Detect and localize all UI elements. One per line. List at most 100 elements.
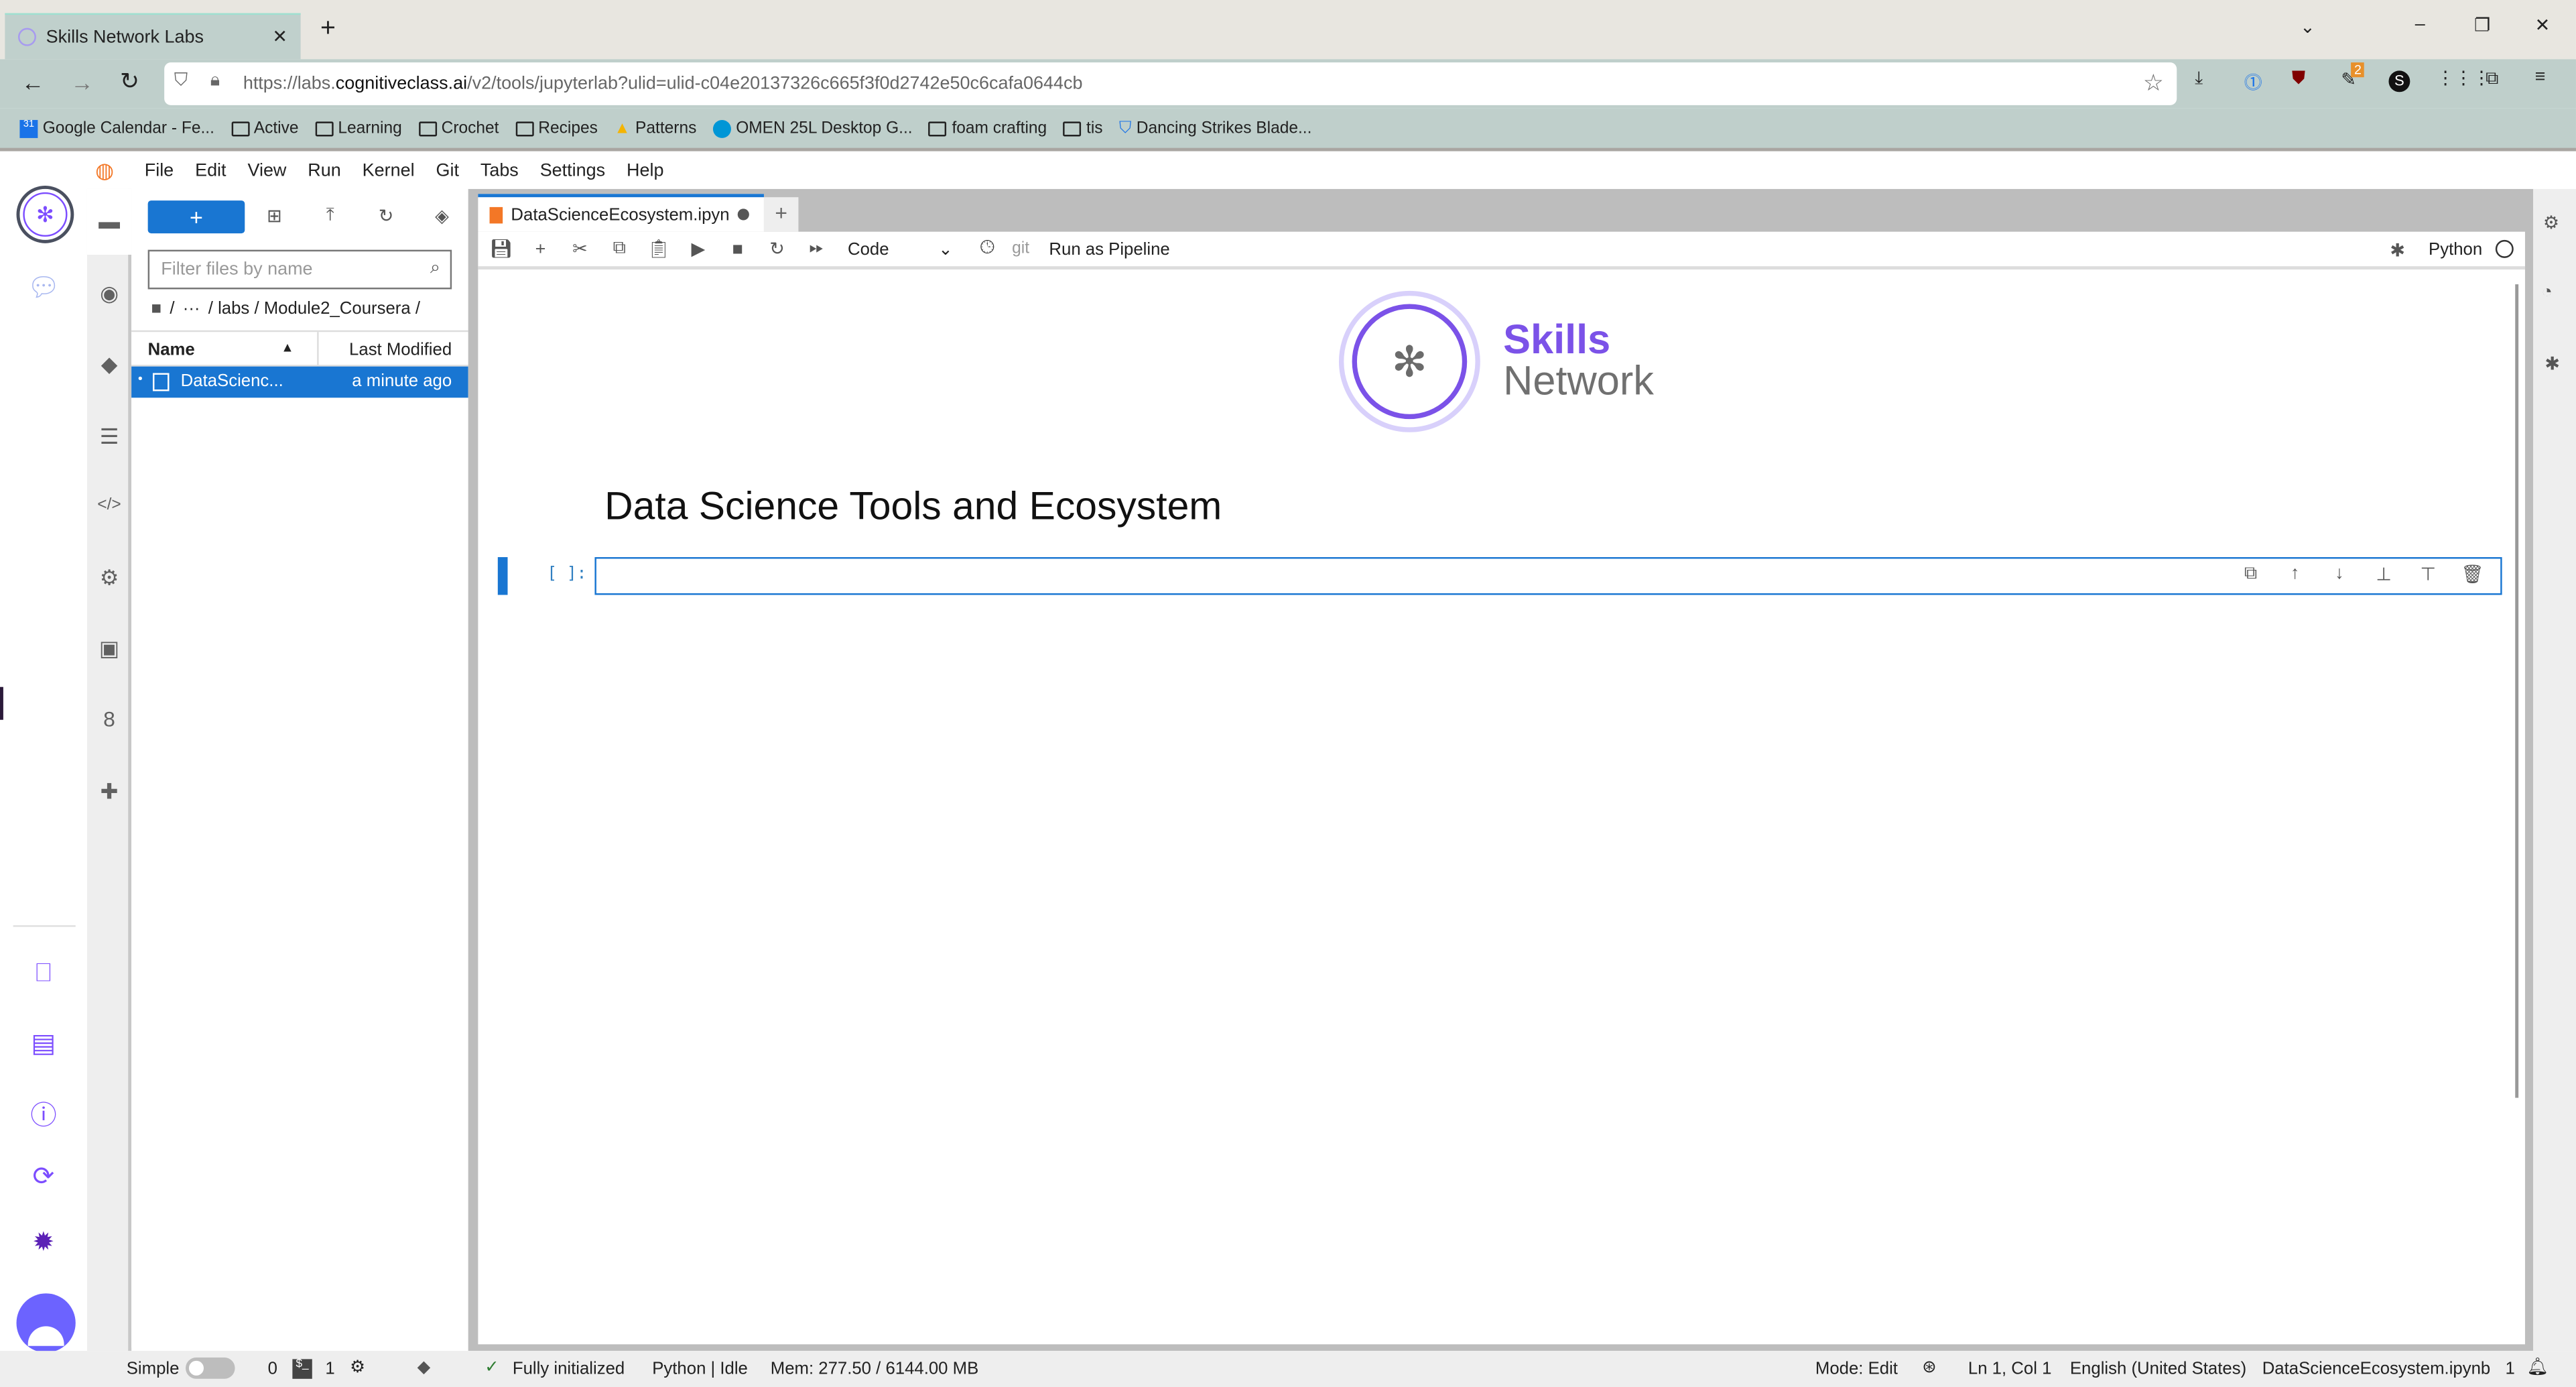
resource-usage-gauge-icon[interactable]: ◔ [2541, 283, 2552, 302]
menu-icon[interactable]: ≡ [2535, 68, 2546, 87]
restart-icon[interactable]: ↻ [759, 238, 795, 259]
restore-button[interactable]: ❐ [2474, 15, 2490, 36]
back-icon[interactable]: ← [21, 69, 44, 95]
skills-network-logo[interactable]: ✻ [16, 186, 74, 243]
duplicate-cell-icon[interactable]: ⧉ [2233, 564, 2269, 585]
property-inspector-icon[interactable]: ⚙ [87, 565, 131, 591]
menu-kernel[interactable]: Kernel [363, 161, 415, 180]
password-manager-icon[interactable]: ⓵ [2244, 69, 2262, 95]
file-row[interactable]: • DataScienc... a minute ago [131, 366, 468, 398]
kernel-name[interactable]: Python [2429, 240, 2482, 259]
menu-settings[interactable]: Settings [540, 161, 605, 180]
running-sessions-icon[interactable]: ◉ [87, 281, 131, 307]
code-cell-input[interactable]: ⧉ ↑ ↓ ⊥ ⊤ 🗑︎ [594, 557, 2502, 595]
bookmark-recipes[interactable]: Recipes [515, 119, 598, 137]
cell-type-select[interactable]: Code ⌄ [848, 239, 953, 259]
forward-icon[interactable]: → [70, 69, 93, 95]
reload-icon[interactable]: ↻ [120, 68, 139, 96]
delete-cell-icon[interactable]: 🗑︎ [2455, 564, 2491, 585]
bookmark-foam-crafting[interactable]: foam crafting [929, 119, 1047, 137]
menu-run[interactable]: Run [308, 161, 340, 180]
property-inspector-gears-icon[interactable]: ⚙ [2543, 212, 2559, 233]
cursor-position[interactable]: Ln 1, Col 1 [1968, 1359, 2052, 1378]
extension-manager-icon[interactable]: ✚ [87, 779, 131, 805]
list-tabs-icon[interactable]: ⌄ [2300, 17, 2315, 38]
address-bar[interactable]: ⛉ 🔒︎ https://labs. cognitiveclass.ai/v2/t… [164, 62, 2177, 105]
lsp-status-icon[interactable]: ⊛ [1922, 1358, 1937, 1377]
bookmark-learning[interactable]: Learning [315, 119, 402, 137]
theme-sun-icon[interactable]: ✹ [0, 1226, 87, 1259]
git-status-icon[interactable]: ◆ [417, 1358, 431, 1377]
menu-help[interactable]: Help [627, 161, 663, 180]
downloads-icon[interactable]: ⤓ [2195, 69, 2203, 91]
column-modified-header[interactable]: Last Modified [349, 340, 452, 359]
bookmark-star-icon[interactable]: ☆ [2143, 69, 2164, 97]
git-icon[interactable]: ◆ [87, 352, 131, 378]
git-diff-button[interactable]: git [1012, 240, 1029, 258]
simple-mode-toggle[interactable] [186, 1357, 235, 1379]
terminal-count[interactable]: 0 [268, 1359, 277, 1378]
chat-bot-icon[interactable]: 💬︎ [0, 271, 87, 304]
kernel-state[interactable]: Python | Idle [652, 1359, 748, 1378]
menu-tabs[interactable]: Tabs [480, 161, 519, 180]
run-all-icon[interactable]: ⏩︎ [798, 238, 834, 259]
notification-bell-icon[interactable]: 🔔︎ [2526, 1355, 2549, 1377]
bookmark-dancing-strikes[interactable]: ⛉ Dancing Strikes Blade... [1119, 119, 1311, 137]
breadcrumb-path[interactable]: / labs / Module2_Coursera / [208, 299, 420, 318]
menu-view[interactable]: View [247, 161, 286, 180]
stop-icon[interactable]: ■ [720, 239, 756, 259]
user-avatar[interactable] [16, 1293, 76, 1353]
menu-file[interactable]: File [145, 161, 174, 180]
insert-below-icon[interactable]: ⊤ [2410, 564, 2446, 585]
upload-icon[interactable]: ⤒ [312, 205, 348, 227]
breadcrumb-root[interactable]: / [170, 299, 174, 318]
language[interactable]: English (United States) [2070, 1359, 2246, 1378]
refresh-icon[interactable]: ↻ [368, 205, 404, 227]
debugger-bug-icon[interactable]: ✱ [2545, 353, 2560, 375]
new-folder-icon[interactable]: ⊞ [256, 205, 292, 227]
paste-icon[interactable]: 📋︎ [641, 238, 677, 259]
save-icon[interactable]: 💾︎ [483, 238, 519, 259]
table-of-contents-icon[interactable]: ☰ [87, 424, 131, 450]
bookmark-patterns[interactable]: ▲ Patterns [614, 119, 696, 137]
git-clone-icon[interactable]: ◈ [424, 205, 460, 227]
file-browser-tab[interactable]: ▬ [86, 188, 132, 255]
move-down-icon[interactable]: ↓ [2321, 564, 2358, 585]
bookmark-crochet[interactable]: Crochet [418, 119, 499, 137]
browser-tab[interactable]: Skills Network Labs ✕ [5, 13, 301, 60]
menu-edit[interactable]: Edit [195, 161, 227, 180]
move-up-icon[interactable]: ↑ [2277, 564, 2313, 585]
bookmark-google-calendar[interactable]: 31 Google Calendar - Fe... [19, 119, 214, 137]
notebook-tab[interactable]: DataScienceEcosystem.ipyn [478, 194, 764, 232]
insert-cell-icon[interactable]: + [523, 239, 559, 259]
cut-icon[interactable]: ✂ [562, 238, 598, 259]
kernel-count[interactable]: 1 [325, 1359, 334, 1378]
s-extension-icon[interactable]: S [2388, 70, 2410, 93]
sync-icon[interactable]: ⟳ [0, 1160, 87, 1193]
bookmark-active[interactable]: Active [231, 119, 299, 137]
minimize-button[interactable]: – [2415, 15, 2425, 34]
new-launcher-button[interactable]: + [147, 200, 245, 234]
run-as-pipeline-button[interactable]: Run as Pipeline [1049, 239, 1169, 259]
menu-git[interactable]: Git [436, 161, 458, 180]
unsaved-dot-icon[interactable] [737, 208, 750, 221]
clock-icon[interactable]: 🕒︎ [969, 238, 1005, 259]
news-icon[interactable]: ▤ [0, 1027, 87, 1060]
pipeline-nodes-icon[interactable]: 8 [87, 707, 131, 731]
close-tab-icon[interactable]: ✕ [272, 26, 287, 48]
inbox-icon[interactable]: ⎕ [0, 960, 87, 989]
breadcrumb-ellipsis[interactable]: ··· [183, 299, 200, 318]
debugger-icon[interactable]: ✱ [2390, 240, 2405, 261]
markdown-heading[interactable]: Data Science Tools and Ecosystem [604, 485, 1222, 531]
code-snippets-icon[interactable]: </> [87, 496, 131, 514]
column-name-header[interactable]: Name [148, 340, 195, 359]
vertical-scrollbar[interactable] [2515, 284, 2519, 1098]
filter-files-input[interactable]: Filter files by name ⌕ [147, 249, 452, 290]
new-tab-button[interactable]: + [320, 15, 336, 44]
apps-grid-icon[interactable]: ⋮⋮⋮ [2437, 68, 2491, 88]
insert-above-icon[interactable]: ⊥ [2366, 564, 2402, 585]
copy-icon[interactable]: ⧉ [601, 238, 637, 259]
home-folder-icon[interactable]: ■ [151, 299, 162, 318]
bookmark-omen[interactable]: OMEN 25L Desktop G... [712, 119, 913, 137]
extensions-puzzle-icon[interactable]: ⧉ [2486, 69, 2498, 91]
